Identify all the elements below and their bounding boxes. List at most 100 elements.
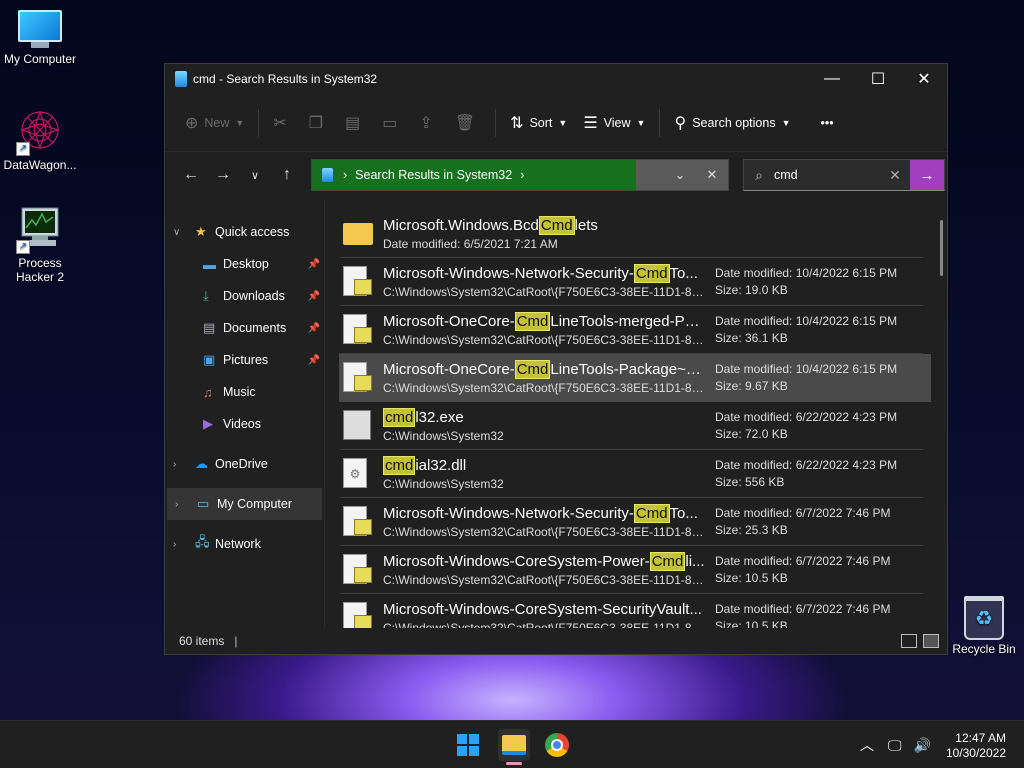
arrow-left-icon: ← xyxy=(183,166,199,183)
explorer-icon xyxy=(175,71,187,87)
address-progress: › Search Results in System32 › xyxy=(312,160,636,190)
start-button[interactable] xyxy=(452,729,484,761)
result-info: cmd ial32.dll C:\Windows\System32 xyxy=(383,455,705,492)
address-dropdown-button[interactable]: ⌄ xyxy=(664,167,696,183)
result-row[interactable]: Microsoft-OneCore- Cmd LineTools-Package~3… xyxy=(339,354,931,402)
clear-search-button[interactable]: ✕ xyxy=(880,167,910,184)
chevron-down-icon: ∨ xyxy=(250,169,260,182)
view-icon: ☰ xyxy=(583,114,598,132)
clock[interactable]: 12:47 AM 10/30/2022 xyxy=(946,731,1006,761)
sort-button[interactable]: ⇅ Sort ▼ xyxy=(502,106,575,140)
result-path: C:\Windows\System32\CatRoot\{F750E6C3-38… xyxy=(383,332,705,347)
search-input[interactable]: cmd xyxy=(774,168,880,182)
delete-button[interactable]: 🗑 xyxy=(447,106,489,140)
tiles-view-button[interactable] xyxy=(923,634,939,648)
minimize-button[interactable]: — xyxy=(809,64,855,94)
result-row[interactable]: Microsoft-Windows-Network-Security- Cmd To… xyxy=(339,258,923,306)
sidebar-item-my-computer[interactable]: › ▭ My Computer xyxy=(167,488,322,520)
search-box[interactable]: ⌕ cmd ✕ → xyxy=(743,159,945,191)
sidebar-item-quick-access[interactable]: ∨ ★ Quick access xyxy=(165,216,324,248)
catalog-file-icon xyxy=(343,362,377,394)
new-button[interactable]: ⊕ New ▼ xyxy=(177,106,252,140)
sidebar-item-desktop[interactable]: ▬ Desktop 📌 xyxy=(165,248,324,280)
vertical-scrollbar[interactable] xyxy=(940,220,943,276)
music-icon: ♫ xyxy=(203,384,213,400)
sidebar-item-documents[interactable]: ▤ Documents 📌 xyxy=(165,312,324,344)
cut-button[interactable]: ✂ xyxy=(265,106,300,140)
result-row[interactable]: Microsoft-Windows-CoreSystem-SecurityVau… xyxy=(339,594,923,628)
file-explorer-icon xyxy=(502,735,526,755)
view-button[interactable]: ☰ View ▼ xyxy=(575,106,653,140)
close-button[interactable]: ✕ xyxy=(901,64,947,94)
result-name: Microsoft-OneCore- Cmd LineTools-merged-Pa… xyxy=(383,311,705,332)
sidebar-item-music[interactable]: ♫ Music xyxy=(165,376,324,408)
search-match-highlight: Cmd xyxy=(633,503,670,523)
recent-locations-button[interactable]: ∨ xyxy=(239,159,271,191)
stop-search-button[interactable]: ✕ xyxy=(696,167,728,183)
taskbar-file-explorer[interactable] xyxy=(498,729,530,761)
sidebar-item-label: Videos xyxy=(223,417,261,431)
forward-button[interactable]: → xyxy=(207,159,239,191)
sidebar-item-network[interactable]: › 🖧 Network xyxy=(165,528,324,560)
sidebar-item-label: Network xyxy=(215,537,261,551)
details-view-button[interactable] xyxy=(901,634,917,648)
chevron-right-icon[interactable]: › xyxy=(175,499,197,510)
sidebar-item-downloads[interactable]: ⤓ Downloads 📌 xyxy=(165,280,324,312)
result-info: Microsoft-Windows-Network-Security- Cmd To… xyxy=(383,503,705,540)
result-row[interactable]: Microsoft-Windows-CoreSystem-Power- Cmd li… xyxy=(339,546,923,594)
desktop-icon-recycle-bin[interactable]: ♻ Recycle Bin xyxy=(944,596,1024,656)
result-name: Microsoft-OneCore- Cmd LineTools-Package~3… xyxy=(383,360,705,380)
new-label: New xyxy=(204,115,230,130)
clock-time: 12:47 AM xyxy=(955,731,1006,745)
result-info: Microsoft-OneCore- Cmd LineTools-merged-Pa… xyxy=(383,311,705,348)
arrow-up-icon: ↑ xyxy=(283,166,291,183)
maximize-button[interactable]: ☐ xyxy=(855,64,901,94)
search-options-button[interactable]: ⚲ Search options ▼ xyxy=(666,106,798,140)
address-bar[interactable]: › Search Results in System32 › ⌄ ✕ xyxy=(311,159,729,191)
sidebar-item-label: Music xyxy=(223,385,256,399)
window-title: cmd - Search Results in System32 xyxy=(193,72,378,86)
result-path: C:\Windows\System32\CatRoot\{F750E6C3-38… xyxy=(383,381,705,395)
chevron-right-icon[interactable]: › xyxy=(173,539,195,550)
copy-button[interactable]: ❐ xyxy=(301,106,337,140)
chevron-down-icon: ▼ xyxy=(636,117,646,128)
star-icon: ★ xyxy=(195,224,207,239)
back-button[interactable]: ← xyxy=(175,159,207,191)
desktop-icon-process-hacker[interactable]: ↗ Process Hacker 2 xyxy=(0,206,80,284)
result-row[interactable]: Microsoft.Windows.Bcd Cmd lets Date modifie… xyxy=(339,210,923,258)
chevron-right-icon[interactable]: › xyxy=(173,459,195,470)
desktop-icon-datawagon[interactable]: ↗ DataWagon... xyxy=(0,108,80,172)
result-row[interactable]: Microsoft-OneCore- Cmd LineTools-merged-Pa… xyxy=(339,306,923,354)
paste-button[interactable]: ▤ xyxy=(337,106,374,140)
desktop-icon-my-computer[interactable]: My Computer xyxy=(0,10,80,66)
share-button[interactable]: ⇪ xyxy=(411,106,446,140)
windows-logo-icon xyxy=(457,734,479,756)
search-go-button[interactable]: → xyxy=(910,160,944,190)
separator xyxy=(659,108,661,137)
volume-icon[interactable]: 🔊 xyxy=(914,737,931,754)
sidebar-item-onedrive[interactable]: › ☁ OneDrive xyxy=(165,448,324,480)
chevron-down-icon[interactable]: ∨ xyxy=(173,227,195,238)
result-size: Size: 25.3 KB xyxy=(715,522,788,537)
result-row[interactable]: Microsoft-Windows-Network-Security- Cmd To… xyxy=(339,498,923,546)
catalog-file-icon xyxy=(343,505,377,538)
sidebar-item-videos[interactable]: ▶ Videos xyxy=(165,408,324,440)
title-bar[interactable]: cmd - Search Results in System32 — ☐ ✕ xyxy=(165,64,947,94)
result-path: Date modified: 6/5/2021 7:21 AM xyxy=(383,236,558,251)
network-icon[interactable]: 🖵 xyxy=(888,737,902,754)
chevron-up-icon[interactable]: ︿ xyxy=(860,735,874,755)
result-name-prefix: Microsoft-Windows-Network-Security- xyxy=(383,504,634,522)
view-label: View xyxy=(603,115,631,130)
shortcut-arrow-icon: ↗ xyxy=(16,142,30,156)
result-date-modified: Date modified: 6/7/2022 7:46 PM xyxy=(715,505,891,520)
breadcrumb[interactable]: Search Results in System32 xyxy=(355,168,512,182)
more-options-button[interactable]: ••• xyxy=(813,106,842,140)
sidebar-item-pictures[interactable]: ▣ Pictures 📌 xyxy=(165,344,324,376)
rename-button[interactable]: ▭ xyxy=(374,106,411,140)
result-row[interactable]: cmd l32.exe C:\Windows\System32 Date modifi… xyxy=(339,402,923,450)
result-row[interactable]: ⚙ cmd ial32.dll C:\Windows\System32 Date mod… xyxy=(339,450,923,498)
result-info: Microsoft.Windows.Bcd Cmd lets Date modifie… xyxy=(383,215,705,252)
taskbar-chrome[interactable] xyxy=(541,729,573,761)
chrome-icon xyxy=(545,733,569,757)
up-button[interactable]: ↑ xyxy=(271,159,303,191)
